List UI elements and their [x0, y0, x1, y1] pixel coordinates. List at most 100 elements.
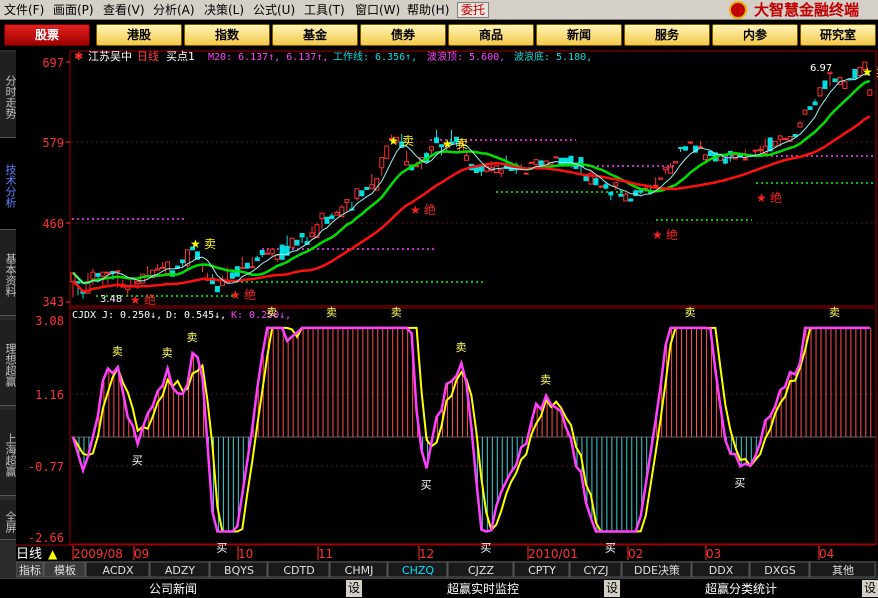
indicator-buy-signal: 买 [421, 478, 432, 491]
indicator-tab[interactable]: CHMJ [329, 561, 388, 578]
indicator-buy-signal: 买 [734, 476, 745, 489]
nav-bond[interactable]: 债券 [360, 24, 446, 46]
candle [583, 176, 589, 182]
indicator-buy-signal: 买 [480, 542, 491, 555]
candle [822, 80, 828, 90]
svg-text:03: 03 [706, 547, 721, 561]
indicator-tab[interactable]: CYZJ [569, 561, 622, 578]
indicator-tab[interactable]: CJZZ [447, 561, 514, 578]
nav-hk[interactable]: 港股 [96, 24, 182, 46]
indicator-tab[interactable]: CHZQ [387, 561, 448, 578]
svg-text:ACDX: ACDX [102, 564, 133, 577]
menu-formula[interactable]: 公式(U) [253, 2, 295, 18]
period-label: 日线 [137, 50, 159, 63]
indicator-sell-signal: 卖 [162, 346, 173, 359]
menu-view[interactable]: 查看(V) [103, 2, 145, 18]
side-tab-shanghai[interactable]: 上海超赢 [0, 410, 17, 496]
nav-index[interactable]: 指数 [184, 24, 270, 46]
jue-signal: 绝 [666, 227, 678, 242]
indicator-tab[interactable]: ADZY [149, 561, 210, 578]
nav-news[interactable]: 新闻 [536, 24, 622, 46]
indicator-sell-signal: 卖 [540, 374, 551, 387]
nav-bar: 股票 港股 指数 基金 债券 商品 新闻 服务 内参 研究室 [0, 20, 878, 50]
work-line-label: 工作线: 6.356↑, [333, 50, 417, 63]
indicator-tabs: 指标 模板 ACDX ADZY BQYS CDTD CHMJ CHZQ CJZZ CPTY CYZJ… [16, 561, 876, 578]
sell-star-icon: ★ [862, 65, 873, 79]
svg-text:10: 10 [238, 547, 253, 561]
ma-label: M20: 6.137↑, 6.137↑, [208, 52, 328, 63]
company-news-settings[interactable]: 设 [346, 580, 362, 597]
chart-area[interactable]: 697 579 460 343 3.08 1.16 -0.77 -2.66 ✱ … [16, 50, 878, 578]
nav-insider[interactable]: 内参 [712, 24, 798, 46]
nav-research[interactable]: 研究室 [800, 24, 876, 46]
candle [214, 285, 220, 293]
category-stats-settings[interactable]: 设 [862, 580, 878, 597]
svg-text:DDX: DDX [709, 564, 734, 577]
candle [673, 161, 679, 164]
nav-commodity[interactable]: 商品 [448, 24, 534, 46]
side-tabs: 分时走势 技术分析 基本资料 理想超赢 上海超赢 全屏 [0, 50, 17, 578]
nav-service[interactable]: 服务 [624, 24, 710, 46]
realtime-monitor-settings[interactable]: 设 [604, 580, 620, 597]
candle [558, 157, 564, 166]
ind-y-tick-2: -0.77 [28, 460, 64, 474]
svg-text:CPTY: CPTY [528, 564, 556, 577]
indicator-tab[interactable]: 其他 [809, 561, 876, 578]
time-axis-label: 日线 [16, 547, 42, 562]
indicator-tab[interactable]: ACDX [85, 561, 150, 578]
settings-icon[interactable]: ✱ [74, 50, 83, 63]
point-label: 买点1 [166, 50, 195, 63]
indicator-tab[interactable]: DDX [691, 561, 750, 578]
realtime-monitor-panel[interactable]: 超赢实时监控 [364, 581, 602, 597]
indicator-tab[interactable]: DDE决策 [621, 561, 692, 578]
candle [359, 190, 365, 197]
menu-help[interactable]: 帮助(H) [407, 2, 449, 18]
menu-analysis[interactable]: 分析(A) [153, 2, 195, 18]
sell-signal: 卖 [402, 134, 414, 148]
stock-name: 江苏吴中 [88, 50, 132, 63]
company-news-panel[interactable]: 公司新闻 [0, 581, 346, 597]
indicator-tab[interactable]: CPTY [513, 561, 570, 578]
menu-file[interactable]: 文件(F) [4, 2, 44, 18]
candle [528, 161, 534, 164]
category-stats-panel[interactable]: 超赢分类统计 [622, 581, 860, 597]
indicator-tab[interactable]: DXGS [749, 561, 810, 578]
candle [354, 188, 360, 201]
time-axis-triangle-icon[interactable]: ▲ [48, 547, 58, 561]
indicator-tab[interactable]: CDTD [267, 561, 330, 578]
nav-fund[interactable]: 基金 [272, 24, 358, 46]
side-tab-fullscreen[interactable]: 全屏 [0, 500, 17, 540]
menu-decision[interactable]: 决策(L) [204, 2, 244, 18]
candle [807, 106, 813, 110]
svg-text:ADZY: ADZY [165, 564, 196, 577]
high-price-label: 6.97 [810, 63, 832, 74]
svg-text:02: 02 [628, 547, 643, 561]
candle [324, 216, 330, 224]
indicator-sell-signal: 卖 [326, 306, 337, 319]
side-tab-technical[interactable]: 技术分析 [0, 138, 17, 230]
indicator-tab[interactable]: BQYS [209, 561, 268, 578]
indicator-sell-signal: 卖 [187, 331, 198, 344]
side-tab-intraday[interactable]: 分时走势 [0, 52, 17, 138]
indicator-sell-signal: 卖 [685, 306, 696, 319]
candle [683, 146, 689, 151]
menu-tools[interactable]: 工具(T) [304, 2, 345, 18]
menu-window[interactable]: 窗口(W) [355, 2, 400, 18]
side-tab-fundamental[interactable]: 基本资料 [0, 230, 17, 316]
weituo-button[interactable]: 委托 [457, 2, 489, 18]
jue-signal: 绝 [144, 292, 156, 307]
indicator-sell-signal: 卖 [829, 306, 840, 319]
ind-y-tick-1: 1.16 [35, 388, 64, 402]
indicator-tab[interactable]: 模板 [43, 561, 86, 578]
side-tab-ideal[interactable]: 理想超赢 [0, 320, 17, 406]
candle [802, 109, 808, 115]
svg-text:04: 04 [819, 547, 834, 561]
nav-stocks[interactable]: 股票 [4, 24, 90, 46]
wave-top-label: 波浪顶: 5.600, [427, 50, 505, 63]
indicator-buy-signal: 买 [132, 454, 143, 467]
menu-view-frame[interactable]: 画面(P) [53, 2, 94, 18]
jue-star-icon: ★ [230, 288, 241, 302]
wave-bottom-label: 波浪底: 5.180, [514, 50, 592, 63]
indicator-tab[interactable]: 指标 [16, 561, 44, 578]
svg-text:模板: 模板 [54, 563, 76, 577]
